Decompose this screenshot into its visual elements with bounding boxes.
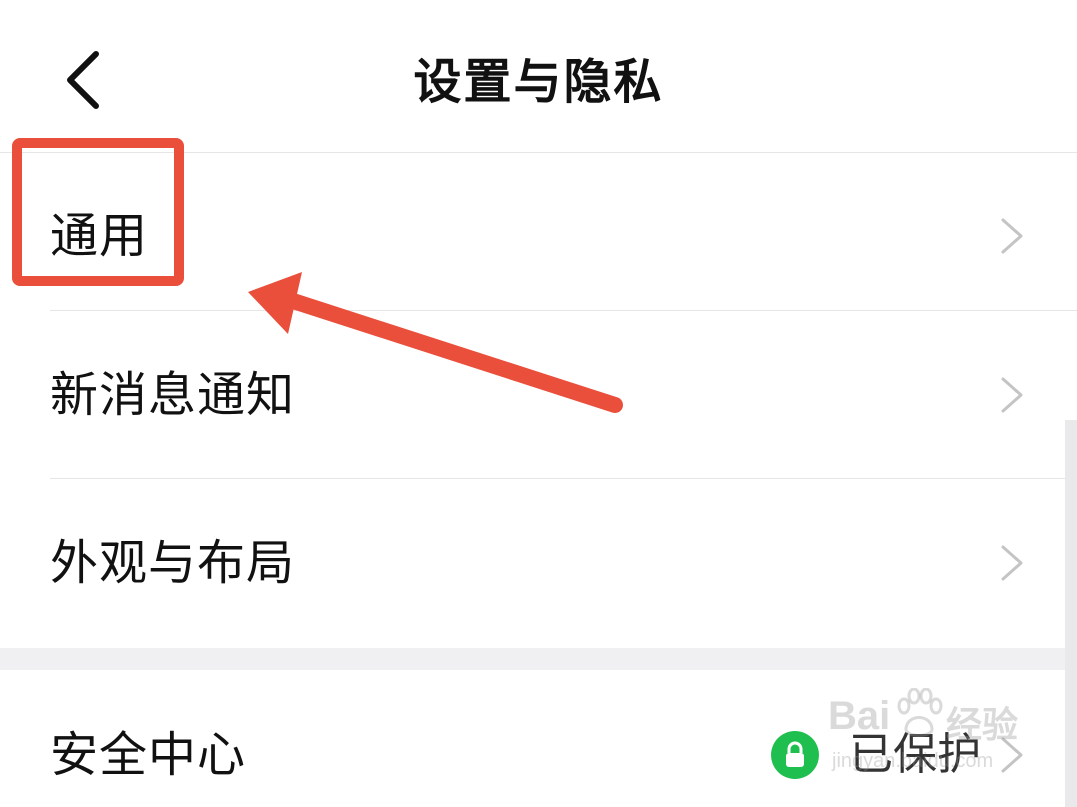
settings-privacy-screen: 设置与隐私 通用 新消息通知 外观与布局 安全中心 已保护 Bai 经验 jin…: [0, 0, 1077, 807]
chevron-right-icon: [1001, 545, 1023, 581]
section-separator: [0, 648, 1077, 670]
security-status: 已保护: [771, 727, 981, 783]
page-title: 设置与隐私: [413, 54, 664, 110]
menu-item-general[interactable]: 通用: [0, 152, 1077, 320]
menu-item-security-center[interactable]: 安全中心 已保护: [0, 670, 1077, 807]
menu-item-label: 通用: [50, 208, 149, 264]
lock-icon: [771, 731, 819, 779]
chevron-right-icon: [1001, 377, 1023, 413]
chevron-right-icon: [1001, 218, 1023, 254]
menu-item-label: 新消息通知: [50, 367, 296, 423]
menu-item-appearance-layout[interactable]: 外观与布局: [0, 479, 1077, 647]
chevron-right-icon: [1001, 737, 1023, 773]
scrollbar[interactable]: [1065, 420, 1077, 807]
menu-item-label: 安全中心: [50, 727, 247, 783]
header-bar: 设置与隐私: [0, 0, 1077, 153]
security-status-text: 已保护: [849, 729, 981, 780]
menu-item-new-message-notification[interactable]: 新消息通知: [0, 311, 1077, 479]
menu-item-label: 外观与布局: [50, 535, 296, 591]
